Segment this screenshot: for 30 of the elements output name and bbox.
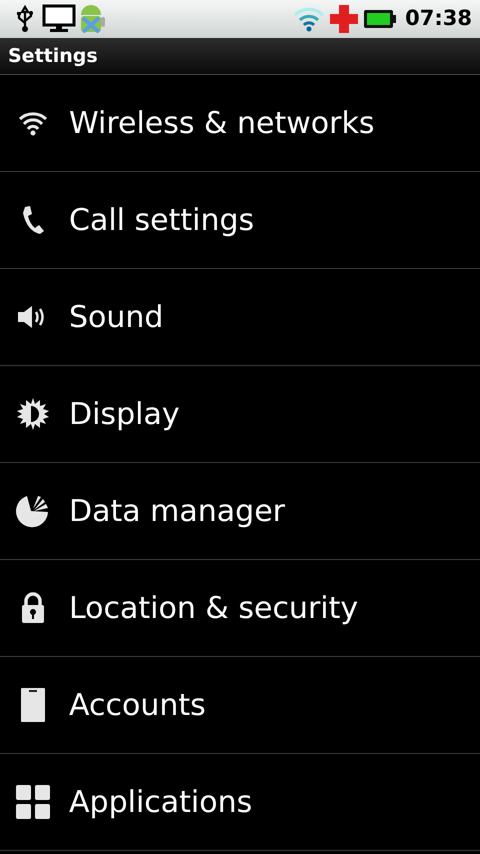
item-label: Display	[69, 396, 180, 434]
pie-chart-icon	[16, 494, 50, 528]
battery-icon	[363, 9, 398, 29]
item-label: Call settings	[69, 202, 254, 240]
item-label: Sound	[69, 298, 164, 336]
item-label: Applications	[69, 784, 252, 822]
settings-item[interactable]: Call settings	[0, 172, 480, 269]
phone-icon	[21, 205, 45, 235]
monitor-icon	[42, 4, 76, 34]
card-icon	[20, 687, 46, 723]
settings-item[interactable]: Sound	[0, 269, 480, 366]
clock: 07:38	[405, 5, 472, 32]
settings-item[interactable]: Wireless & networks	[0, 75, 480, 172]
lock-icon	[20, 592, 46, 624]
settings-item[interactable]: Location & security	[0, 560, 480, 657]
wifi-icon	[18, 110, 48, 136]
settings-item[interactable]: Display	[0, 366, 480, 463]
settings-item[interactable]: Accounts	[0, 657, 480, 754]
item-label: Accounts	[69, 686, 206, 724]
usb-icon	[16, 5, 34, 33]
item-label: Location & security	[69, 590, 358, 628]
wifi-icon	[293, 6, 326, 32]
grid-icon	[16, 785, 50, 819]
settings-item[interactable]: Applications	[0, 754, 480, 851]
item-label: Wireless & networks	[69, 104, 374, 142]
cross-icon	[329, 4, 360, 34]
sun-icon	[17, 398, 49, 430]
settings-item[interactable]: Data manager	[0, 463, 480, 560]
item-label: Data manager	[69, 492, 286, 530]
screen-title: Settings	[8, 44, 98, 69]
